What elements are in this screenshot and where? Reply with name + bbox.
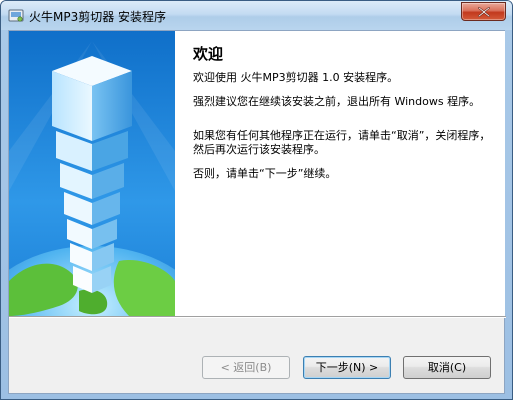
exit-programs-paragraph: 强烈建议您在继续该安装之前，退出所有 Windows 程序。	[193, 95, 481, 108]
welcome-content: 欢迎 欢迎使用 火牛MP3剪切器 1.0 安装程序。 强烈建议您在继续该安装之前…	[175, 31, 505, 316]
dialog-client-area: 欢迎 欢迎使用 火牛MP3剪切器 1.0 安装程序。 强烈建议您在继续该安装之前…	[8, 30, 506, 394]
back-button[interactable]: < 返回(B)	[202, 356, 290, 379]
page-heading: 欢迎	[193, 45, 224, 63]
installer-window: 火牛MP3剪切器 安装程序 欢迎 欢迎使用 火牛MP3剪切器 1.0 安装程序。…	[0, 0, 513, 400]
tower-globe-graphic	[9, 31, 175, 316]
cancel-button[interactable]: 取消(C)	[403, 356, 491, 379]
title-bar[interactable]: 火牛MP3剪切器 安装程序	[1, 1, 512, 30]
cancel-instructions-paragraph: 如果您有任何其他程序正在运行，请单击“取消”，关闭程序，然后再次运行该安装程序。	[193, 129, 491, 156]
installer-icon	[8, 9, 24, 22]
window-title: 火牛MP3剪切器 安装程序	[29, 10, 167, 24]
continue-instructions-paragraph: 否则，请单击“下一步”继续。	[193, 167, 337, 180]
button-separator	[9, 316, 506, 318]
close-button[interactable]	[461, 2, 506, 21]
close-icon	[478, 7, 490, 17]
next-button[interactable]: 下一步(N) >	[303, 356, 391, 379]
welcome-banner-image	[9, 31, 175, 316]
welcome-paragraph: 欢迎使用 火牛MP3剪切器 1.0 安装程序。	[193, 71, 399, 84]
